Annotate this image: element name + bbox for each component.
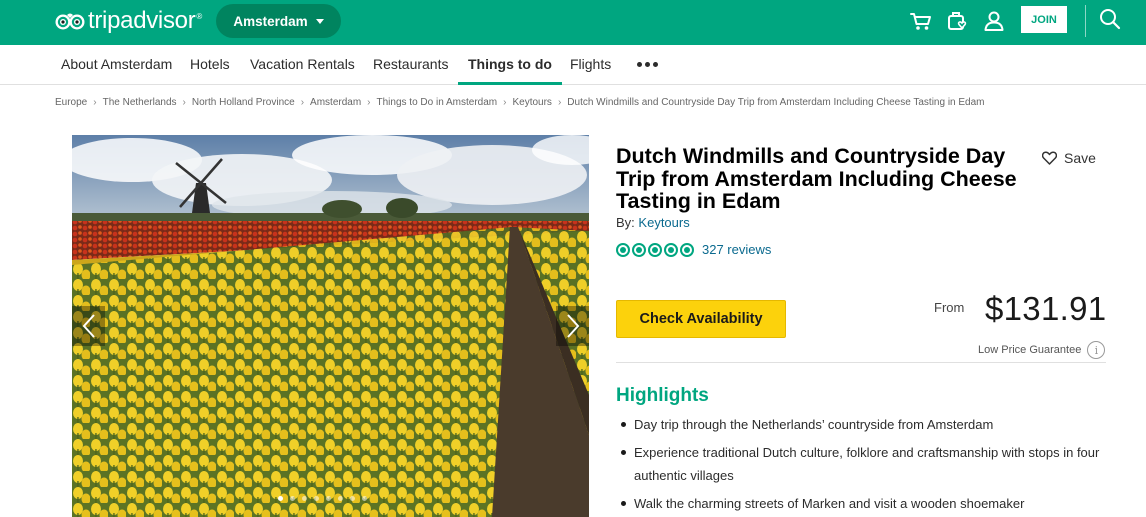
- chevron-right-icon: ›: [93, 97, 97, 108]
- product-title: Dutch Windmills and Countryside Day Trip…: [616, 144, 1017, 213]
- highlight-item: Walk the charming streets of Marken and …: [620, 492, 1110, 515]
- nav-restaurants[interactable]: Restaurants: [373, 45, 448, 85]
- chevron-right-icon: ›: [300, 97, 305, 108]
- top-header: tripadvisor ® Amsterdam JOIN: [0, 0, 1146, 45]
- main-nav: About Amsterdam Hotels Vacation Rentals …: [0, 45, 1146, 85]
- chevron-down-icon: [315, 18, 324, 24]
- operator-link[interactable]: Keytours: [638, 215, 689, 230]
- highlight-item: Day trip through the Netherlands’ countr…: [620, 413, 1110, 436]
- nav-hotels[interactable]: Hotels: [190, 45, 230, 85]
- logo-registered-mark: ®: [196, 11, 203, 21]
- low-price-guarantee-label: Low Price Guarantee: [978, 344, 1082, 356]
- breadcrumb-item[interactable]: Keytours: [512, 97, 551, 108]
- gallery-dot[interactable]: [314, 496, 319, 501]
- tripadvisor-logo[interactable]: tripadvisor ®: [54, 7, 202, 35]
- highlight-item: Experience traditional Dutch culture, fo…: [620, 441, 1110, 487]
- breadcrumb-item[interactable]: The Netherlands: [103, 97, 177, 108]
- more-dots-icon[interactable]: [637, 62, 658, 67]
- chevron-right-icon: ›: [182, 97, 186, 108]
- price: $131.91: [985, 290, 1107, 327]
- search-icon[interactable]: [1097, 6, 1123, 32]
- breadcrumb-item[interactable]: Amsterdam: [310, 97, 361, 108]
- save-label: Save: [1064, 150, 1096, 166]
- rating-bubble-icon: [648, 242, 662, 257]
- rating-bubble-icon: [664, 242, 678, 257]
- heart-icon: [1042, 151, 1057, 165]
- nav-vacation-rentals[interactable]: Vacation Rentals: [250, 45, 355, 85]
- reviews-link[interactable]: 327 reviews: [702, 242, 771, 257]
- rating-bubble-icon: [616, 242, 630, 257]
- luggage-heart-icon[interactable]: [944, 8, 970, 34]
- chevron-right-icon: ›: [557, 97, 562, 108]
- breadcrumb-item[interactable]: Things to Do in Amsterdam: [377, 97, 498, 108]
- save-button[interactable]: Save: [1042, 150, 1096, 166]
- info-icon[interactable]: i: [1087, 341, 1106, 359]
- tour-photo-gallery[interactable]: [72, 135, 589, 517]
- rating-bubble-icon: [632, 242, 646, 257]
- gallery-dot[interactable]: [362, 496, 367, 501]
- section-divider: [616, 362, 1106, 363]
- breadcrumb-item[interactable]: Europe: [55, 97, 87, 108]
- gallery-dot[interactable]: [278, 496, 283, 501]
- gallery-dot[interactable]: [302, 496, 307, 501]
- chevron-left-icon: [82, 314, 95, 338]
- join-button[interactable]: JOIN: [1021, 6, 1067, 33]
- highlights-title: Highlights: [616, 385, 709, 406]
- operator-line: By: Keytours: [616, 215, 690, 230]
- gallery-dot[interactable]: [350, 496, 355, 501]
- gallery-dot[interactable]: [290, 496, 295, 501]
- by-prefix: By:: [616, 215, 635, 230]
- breadcrumb-item[interactable]: North Holland Province: [192, 97, 295, 108]
- logo-text: tripadvisor: [88, 7, 196, 34]
- chevron-right-icon: [566, 314, 579, 338]
- nav-things-to-do[interactable]: Things to do: [458, 45, 562, 85]
- rating[interactable]: 327 reviews: [616, 242, 771, 257]
- user-icon[interactable]: [981, 8, 1007, 34]
- highlights-list: Day trip through the Netherlands’ countr…: [620, 413, 1110, 517]
- cart-icon[interactable]: [908, 8, 934, 34]
- gallery-dot[interactable]: [326, 496, 331, 501]
- check-availability-button[interactable]: Check Availability: [616, 300, 786, 338]
- nav-about-amsterdam[interactable]: About Amsterdam: [61, 45, 172, 85]
- city-label: Amsterdam: [233, 13, 308, 29]
- tulip-field-windmill-image: [72, 135, 589, 517]
- city-selector-button[interactable]: Amsterdam: [216, 4, 341, 38]
- header-divider: [1085, 5, 1086, 37]
- low-price-guarantee: Low Price Guarantee i: [978, 341, 1106, 359]
- owl-icon: [55, 13, 85, 30]
- chevron-right-icon: ›: [503, 97, 507, 108]
- nav-flights[interactable]: Flights: [570, 45, 611, 85]
- rating-bubble-icon: [680, 242, 694, 257]
- from-label: From: [934, 300, 965, 315]
- breadcrumb-current: Dutch Windmills and Countryside Day Trip…: [567, 97, 985, 108]
- chevron-right-icon: ›: [367, 97, 371, 108]
- gallery-pagination: [278, 496, 367, 501]
- gallery-prev-button[interactable]: [72, 306, 105, 346]
- gallery-dot[interactable]: [338, 496, 343, 501]
- breadcrumb: Europe › The Netherlands › North Holland P…: [55, 97, 985, 108]
- gallery-next-button[interactable]: [556, 306, 589, 346]
